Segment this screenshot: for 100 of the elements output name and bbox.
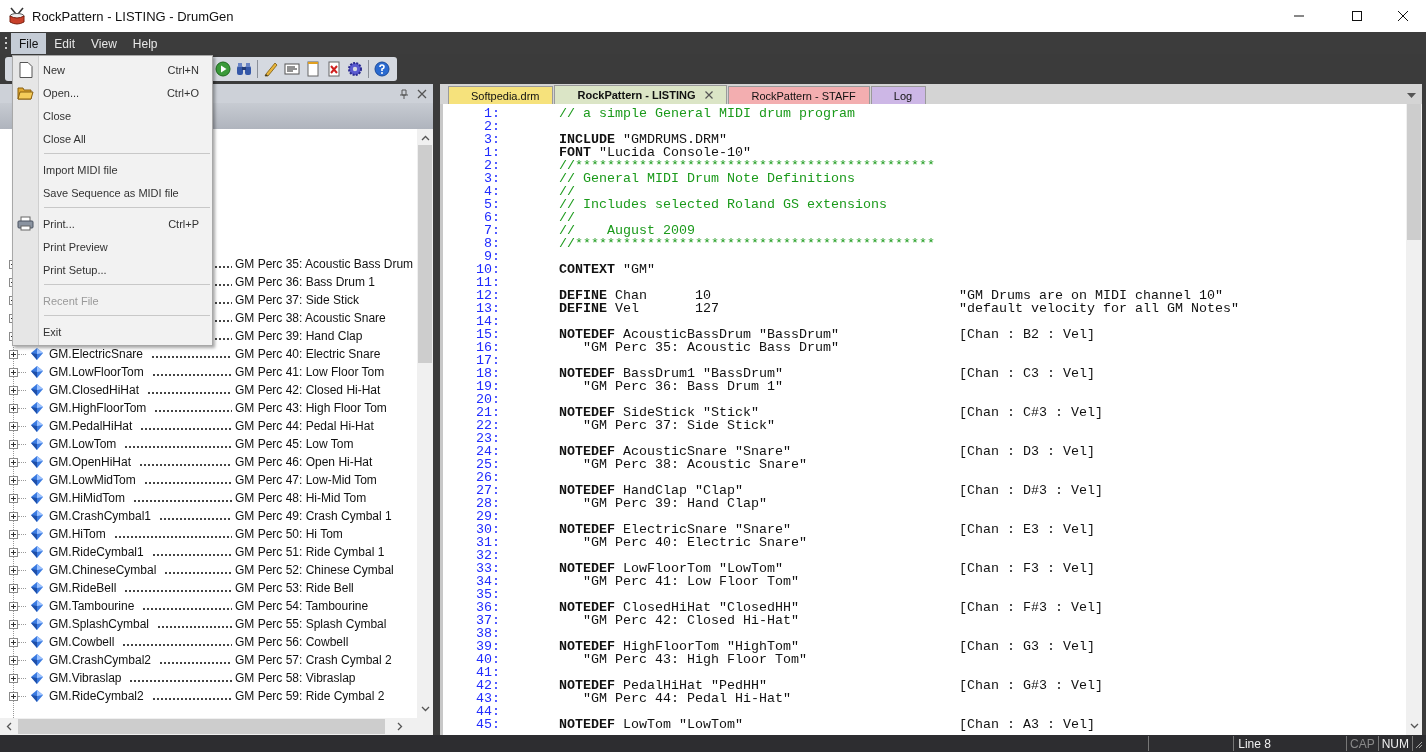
- expand-icon[interactable]: [9, 565, 18, 575]
- expand-icon[interactable]: [9, 619, 18, 629]
- tree-item-name[interactable]: GM.RideBell: [49, 581, 117, 595]
- vertical-scrollbar[interactable]: [1406, 104, 1422, 735]
- scroll-thumb[interactable]: [1407, 104, 1421, 240]
- menu-item[interactable]: Print... Ctrl+P: [13, 212, 212, 235]
- tree-item-name[interactable]: GM.ElectricSnare: [49, 347, 144, 361]
- code-line: "GM Perc 44: Pedal Hi-Hat": [583, 691, 791, 706]
- expand-icon[interactable]: [9, 547, 18, 557]
- code-comment: // a simple General MIDI drum program: [559, 106, 855, 121]
- menu-item[interactable]: View: [83, 32, 125, 54]
- delete-document-icon[interactable]: [326, 61, 342, 77]
- line-number: 12:: [475, 289, 500, 302]
- expand-icon[interactable]: [9, 601, 18, 611]
- expand-icon[interactable]: [9, 673, 18, 683]
- expand-icon[interactable]: [9, 637, 18, 647]
- menu-item[interactable]: Open... Ctrl+O: [13, 81, 212, 104]
- dropdown-icon[interactable]: [1407, 93, 1416, 98]
- play-icon[interactable]: [215, 61, 231, 77]
- code-line: [Chan : A3 : Vel]: [959, 718, 1096, 731]
- menu-item[interactable]: Close: [13, 104, 212, 127]
- gear-icon[interactable]: [347, 61, 363, 77]
- tree-item-name[interactable]: GM.SplashCymbal: [49, 617, 150, 631]
- tree-item-name[interactable]: GM.HiTom: [49, 527, 106, 541]
- tree-item-name[interactable]: GM.LowFloorTom: [49, 365, 144, 379]
- document-tab[interactable]: RockPattern - STAFF: [728, 86, 870, 104]
- menu-item[interactable]: Close All: [13, 127, 212, 150]
- menu-item[interactable]: Print Setup...: [13, 258, 212, 281]
- menu-item[interactable]: Edit: [46, 32, 84, 54]
- tree-item-name[interactable]: GM.ClosedHiHat: [49, 383, 140, 397]
- code-comment: //*********************************************: [559, 158, 935, 173]
- menu-item[interactable]: Print Preview: [13, 235, 212, 258]
- menu-item[interactable]: Exit: [13, 320, 212, 343]
- expand-icon[interactable]: [9, 349, 18, 359]
- expand-icon[interactable]: [9, 691, 18, 701]
- vertical-scrollbar[interactable]: [417, 129, 433, 718]
- expand-icon[interactable]: [9, 385, 18, 395]
- tree-item-description: GM Perc 41: Low Floor Tom: [235, 365, 385, 379]
- expand-icon[interactable]: [9, 475, 18, 485]
- expand-icon[interactable]: [9, 421, 18, 431]
- tree-item-description: GM Perc 38: Acoustic Snare: [235, 311, 386, 325]
- menu-item[interactable]: Save Sequence as MIDI file: [13, 181, 212, 204]
- scroll-left-icon[interactable]: [6, 722, 12, 731]
- tree-item-name[interactable]: GM.LowMidTom: [49, 473, 136, 487]
- scroll-up-icon[interactable]: [420, 135, 430, 141]
- menu-item[interactable]: File: [11, 32, 47, 54]
- status-indicator: NUM: [1378, 736, 1414, 751]
- tree-item-name[interactable]: GM.LowTom: [49, 437, 117, 451]
- scroll-down-icon[interactable]: [1409, 723, 1419, 729]
- help-icon[interactable]: [374, 61, 390, 77]
- tree-item-name[interactable]: GM.RideCymbal2: [49, 689, 144, 703]
- expand-icon[interactable]: [9, 511, 18, 521]
- code-comment: // Includes selected Roland GS extensions: [559, 197, 887, 212]
- document-tab[interactable]: RockPattern - LISTING: [554, 85, 728, 104]
- expand-icon[interactable]: [9, 367, 18, 377]
- tree-item-name[interactable]: GM.HiMidTom: [49, 491, 125, 505]
- pin-icon[interactable]: [399, 88, 409, 99]
- menu-item[interactable]: Help: [124, 32, 166, 54]
- tree-item-description: GM Perc 43: High Floor Tom: [235, 401, 387, 415]
- scroll-down-icon[interactable]: [420, 706, 430, 712]
- line-number: 13:: [475, 302, 500, 315]
- expand-icon[interactable]: [9, 493, 18, 503]
- scroll-thumb[interactable]: [18, 719, 385, 734]
- line-number: 38:: [475, 627, 500, 640]
- tree-item-name[interactable]: GM.Tambourine: [49, 599, 135, 613]
- expand-icon[interactable]: [9, 439, 18, 449]
- scroll-thumb[interactable]: [418, 145, 432, 363]
- expand-icon[interactable]: [9, 403, 18, 413]
- line-number: 7:: [483, 224, 500, 237]
- tree-item-name[interactable]: GM.CrashCymbal1: [49, 509, 152, 523]
- code-line: [Chan : E3 : Vel]: [959, 523, 1096, 536]
- scroll-right-icon[interactable]: [397, 722, 403, 731]
- close-icon[interactable]: [417, 88, 427, 99]
- leader-line: [164, 572, 232, 574]
- tree-item-name[interactable]: GM.Cowbell: [49, 635, 115, 649]
- tree-item-name[interactable]: GM.OpenHiHat: [49, 455, 132, 469]
- document-icon[interactable]: [305, 61, 321, 77]
- close-icon[interactable]: [705, 91, 714, 99]
- tree-item-name[interactable]: GM.PedalHiHat: [49, 419, 133, 433]
- tree-item-name[interactable]: GM.HighFloorTom: [49, 401, 147, 415]
- expand-icon[interactable]: [9, 655, 18, 665]
- binoculars-icon[interactable]: [236, 61, 252, 77]
- menu-item[interactable]: New Ctrl+N: [13, 58, 212, 81]
- line-number: 34:: [475, 575, 500, 588]
- tree-item-name[interactable]: GM.CrashCymbal2: [49, 653, 152, 667]
- document-icon: [18, 61, 33, 78]
- expand-icon[interactable]: [9, 529, 18, 539]
- line-number: 3:: [483, 172, 500, 185]
- expand-icon[interactable]: [9, 583, 18, 593]
- document-tab[interactable]: Softpedia.drm: [448, 86, 554, 104]
- tree-item-description: GM Perc 42: Closed Hi-Hat: [235, 383, 381, 397]
- tree-item-name[interactable]: GM.ChineseCymbal: [49, 563, 157, 577]
- expand-icon[interactable]: [9, 457, 18, 467]
- tree-item-name[interactable]: GM.Vibraslap: [49, 671, 122, 685]
- menu-item[interactable]: Import MIDI file: [13, 158, 212, 181]
- text-lines-icon[interactable]: [284, 61, 300, 77]
- line-number: 2:: [483, 120, 500, 133]
- pencil-icon[interactable]: [263, 61, 279, 77]
- document-tab[interactable]: Log: [870, 86, 927, 104]
- tree-item-name[interactable]: GM.RideCymbal1: [49, 545, 144, 559]
